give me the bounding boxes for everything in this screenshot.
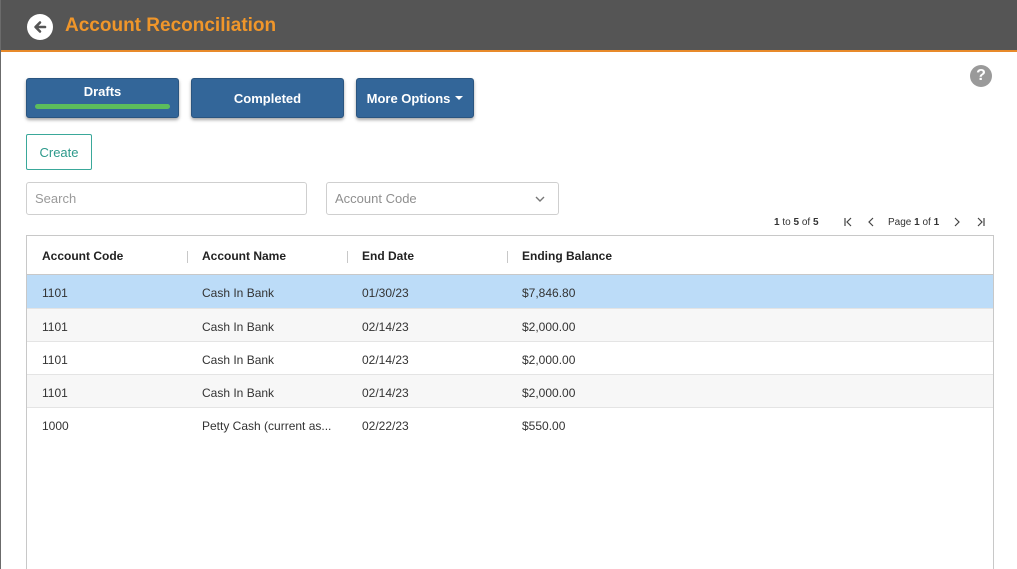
reconciliation-table: Account Code Account Name End Date Endin…	[26, 235, 994, 569]
page-of: of	[922, 216, 931, 228]
end-date-cell: 02/22/23	[362, 419, 409, 433]
create-button[interactable]: Create	[26, 134, 92, 170]
table-row[interactable]: 1101 Cash In Bank 01/30/23 $7,846.80	[27, 275, 993, 309]
account-name-cell: Cash In Bank	[202, 320, 275, 334]
tab-drafts[interactable]: Drafts	[26, 78, 179, 118]
more-options-button[interactable]: More Options	[356, 78, 474, 118]
end-date-cell: 02/14/23	[362, 320, 409, 334]
active-tab-indicator	[35, 103, 170, 109]
app-header: Account Reconciliation	[1, 0, 1017, 52]
first-page-icon	[844, 217, 852, 227]
column-header-ending-balance[interactable]: Ending Balance	[522, 249, 612, 263]
ending-balance-cell: $550.00	[522, 419, 566, 433]
column-header-account-code[interactable]: Account Code	[42, 249, 123, 263]
page-title: Account Reconciliation	[65, 15, 277, 36]
back-button[interactable]	[27, 14, 53, 40]
account-code-cell: 1101	[42, 320, 68, 334]
column-header-end-date[interactable]: End Date	[362, 249, 414, 263]
table-header: Account Code Account Name End Date Endin…	[27, 236, 993, 275]
total-pages: 1	[933, 216, 940, 228]
column-header-account-name[interactable]: Account Name	[202, 249, 286, 263]
table-row[interactable]: 1101 Cash In Bank 02/14/23 $2,000.00	[27, 309, 993, 342]
ending-balance-cell: $2,000.00	[522, 353, 576, 367]
more-options-label: More Options	[366, 90, 451, 106]
range-to: to	[782, 216, 791, 228]
tab-completed-label: Completed	[233, 90, 302, 106]
table-row[interactable]: 1101 Cash In Bank 02/14/23 $2,000.00	[27, 342, 993, 375]
pagination-summary: 1 to 5 of 5	[774, 215, 819, 229]
end-date-cell: 02/14/23	[362, 386, 409, 400]
next-page-icon	[954, 217, 960, 227]
account-name-cell: Petty Cash (current as...	[202, 419, 332, 433]
column-resize-handle[interactable]	[347, 251, 348, 263]
account-code-cell: 1101	[42, 286, 68, 300]
ending-balance-cell: $2,000.00	[522, 386, 576, 400]
current-page: 1	[914, 216, 920, 228]
next-page-button[interactable]	[951, 215, 963, 229]
account-code-cell: 1101	[42, 386, 68, 400]
previous-page-icon	[868, 217, 874, 227]
range-of: of	[801, 216, 811, 228]
table-row[interactable]: 1101 Cash In Bank 02/14/23 $2,000.00	[27, 375, 993, 408]
table-row[interactable]: 1000 Petty Cash (current as... 02/22/23 …	[27, 408, 993, 441]
last-page-icon	[977, 217, 985, 227]
account-code-cell: 1101	[42, 353, 68, 367]
range-start: 1	[774, 216, 780, 228]
search-input[interactable]	[26, 182, 307, 215]
caret-down-icon	[455, 96, 464, 100]
column-resize-handle[interactable]	[507, 251, 508, 263]
chevron-down-icon	[535, 196, 545, 202]
account-code-cell: 1000	[42, 419, 69, 433]
ending-balance-cell: $7,846.80	[522, 286, 576, 300]
end-date-cell: 02/14/23	[362, 353, 409, 367]
tab-completed[interactable]: Completed	[191, 78, 344, 118]
page-indicator: Page 1 of 1	[888, 215, 939, 229]
account-name-cell: Cash In Bank	[202, 353, 275, 367]
account-name-cell: Cash In Bank	[202, 286, 275, 300]
back-arrow-circle-icon	[34, 21, 47, 33]
account-name-cell: Cash In Bank	[202, 386, 275, 400]
end-date-cell: 01/30/23	[362, 286, 409, 300]
tab-drafts-label: Drafts	[83, 83, 122, 99]
page-label: Page	[888, 216, 912, 228]
range-total: 5	[812, 216, 819, 228]
ending-balance-cell: $2,000.00	[522, 320, 576, 334]
first-page-button[interactable]	[842, 215, 854, 229]
previous-page-button[interactable]	[865, 215, 877, 229]
account-code-select[interactable]: Account Code	[326, 182, 559, 215]
help-icon[interactable]: ?	[970, 65, 992, 87]
account-code-placeholder: Account Code	[335, 191, 417, 206]
last-page-button[interactable]	[975, 215, 987, 229]
column-resize-handle[interactable]	[187, 251, 188, 263]
range-end: 5	[793, 216, 800, 228]
